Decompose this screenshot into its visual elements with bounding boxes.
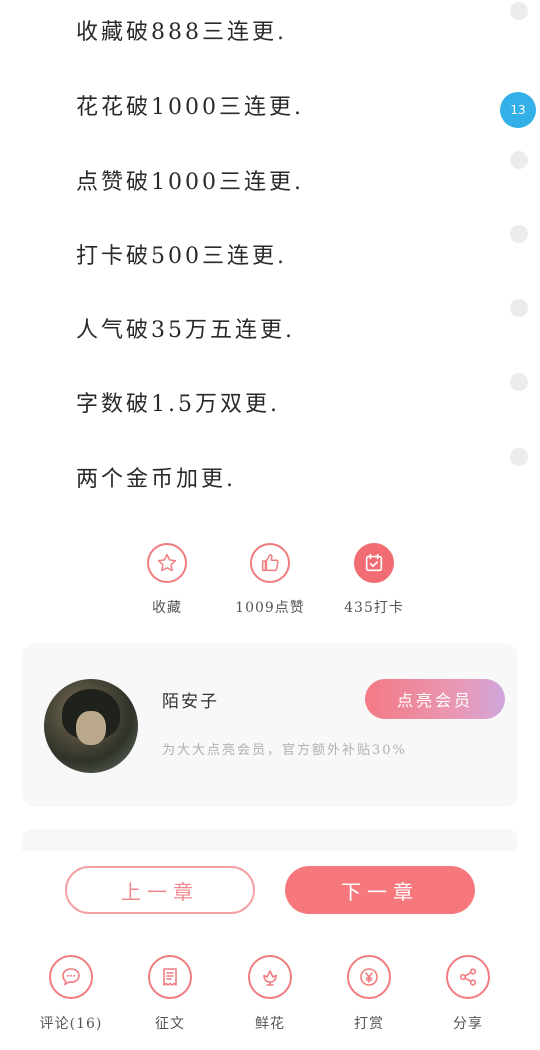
chapter-line: 收藏破888三连更.: [76, 20, 287, 45]
essay-icon: [148, 955, 192, 999]
share-button[interactable]: 分享: [428, 955, 508, 1033]
comment-icon: [49, 955, 93, 999]
chapter-line: 字数破1.5万双更.: [76, 392, 280, 417]
tip-label: 打赏: [354, 1016, 384, 1032]
paragraph-comment-dot[interactable]: [510, 373, 528, 391]
author-name[interactable]: 陌安子: [162, 687, 219, 712]
comment-label: 评论(16): [39, 1016, 103, 1032]
comment-button[interactable]: 评论(16): [31, 955, 111, 1033]
like-label: 1009点赞: [235, 600, 305, 616]
paragraph-comment-dot[interactable]: [510, 448, 528, 466]
vip-subtitle: 为大大点亮会员，官方额外补贴30%: [162, 743, 407, 758]
favorite-label: 收藏: [152, 600, 182, 616]
essay-button[interactable]: 征文: [130, 955, 210, 1033]
flower-button[interactable]: 鲜花: [230, 955, 310, 1033]
like-button[interactable]: 1009点赞: [210, 543, 330, 617]
section-divider: [22, 829, 518, 851]
share-label: 分享: [453, 1016, 483, 1032]
tip-button[interactable]: 打赏: [329, 955, 409, 1033]
chapter-line: 点赞破1000三连更.: [76, 170, 304, 195]
chapter-line: 打卡破500三连更.: [76, 244, 287, 269]
paragraph-comment-dot[interactable]: [510, 225, 528, 243]
chapter-line: 花花破1000三连更.: [76, 95, 304, 120]
yen-coin-icon: [347, 955, 391, 999]
chapter-line: 人气破35万五连更.: [76, 318, 295, 343]
flower-icon: [248, 955, 292, 999]
vip-button[interactable]: 点亮会员: [365, 679, 505, 719]
paragraph-comment-dot[interactable]: [510, 2, 528, 20]
checkin-label: 435打卡: [344, 600, 404, 616]
prev-chapter-button[interactable]: 上一章: [65, 866, 255, 914]
paragraph-comment-badge[interactable]: 13: [500, 92, 536, 128]
thumbs-up-icon: [250, 543, 290, 583]
essay-label: 征文: [155, 1016, 185, 1032]
next-chapter-button[interactable]: 下一章: [285, 866, 475, 914]
calendar-check-icon: [354, 543, 394, 583]
checkin-button[interactable]: 435打卡: [314, 543, 434, 617]
paragraph-comment-dot[interactable]: [510, 151, 528, 169]
flower-label: 鲜花: [255, 1016, 285, 1032]
avatar[interactable]: [44, 679, 138, 773]
favorite-button[interactable]: 收藏: [107, 543, 227, 617]
author-card: 陌安子 点亮会员 为大大点亮会员，官方额外补贴30%: [22, 643, 518, 807]
paragraph-comment-dot[interactable]: [510, 299, 528, 317]
share-icon: [446, 955, 490, 999]
chapter-line: 两个金币加更.: [76, 467, 236, 492]
star-icon: [147, 543, 187, 583]
